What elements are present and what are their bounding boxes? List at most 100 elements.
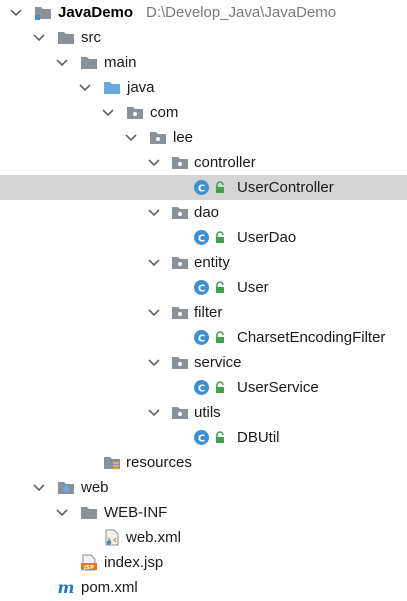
class-letter: C (198, 384, 205, 395)
class-letter: C (198, 334, 205, 345)
tree-node-label: resources (126, 454, 192, 471)
package-icon (149, 129, 167, 146)
tree-node-dbutil[interactable]: C DBUtil (0, 425, 407, 450)
tree-node-service[interactable]: service (0, 350, 407, 375)
class-letter: C (198, 184, 205, 195)
folder-icon (80, 504, 98, 521)
tree-node-userdao[interactable]: C UserDao (0, 225, 407, 250)
package-icon (171, 154, 189, 171)
tree-node-javademo[interactable]: JavaDemo D:\Develop_Java\JavaDemo (0, 0, 407, 25)
class-icon: C (193, 329, 211, 346)
jsp-file-icon: JSP (80, 554, 98, 571)
tree-node-label: utils (194, 404, 221, 421)
tree-node-com[interactable]: com (0, 100, 407, 125)
project-tree: JavaDemo D:\Develop_Java\JavaDemo src ma… (0, 0, 407, 601)
tree-node-resources[interactable]: resources (0, 450, 407, 475)
web-folder-icon (57, 479, 75, 496)
resources-folder-icon (103, 454, 121, 471)
tree-node-filter[interactable]: filter (0, 300, 407, 325)
lock-icon (215, 331, 225, 344)
tree-node-label: lee (173, 129, 194, 146)
tree-node-label: pom.xml (81, 579, 138, 596)
tree-node-web-xml[interactable]: web.xml (0, 525, 407, 550)
chevron-down-icon[interactable] (54, 500, 70, 525)
chevron-down-icon[interactable] (146, 350, 162, 375)
tree-node-label: com (150, 104, 179, 121)
tree-node-label: main (104, 54, 137, 71)
tree-node-label: entity (194, 254, 230, 271)
package-icon (171, 304, 189, 321)
tree-node-label: index.jsp (104, 554, 164, 571)
folder-icon (80, 54, 98, 71)
tree-node-pom-xml[interactable]: m pom.xml (0, 575, 407, 600)
package-icon (171, 354, 189, 371)
tree-node-src[interactable]: src (0, 25, 407, 50)
tree-node-label: web.xml (126, 529, 182, 546)
tree-node-label: dao (194, 204, 220, 221)
class-icon: C (193, 279, 211, 296)
tree-node-userservice[interactable]: C UserService (0, 375, 407, 400)
project-path: D:\Develop_Java\JavaDemo (146, 4, 337, 21)
tree-node-label: java (127, 79, 155, 96)
maven-icon: m (57, 578, 75, 597)
tree-node-utils[interactable]: utils (0, 400, 407, 425)
chevron-down-icon[interactable] (146, 200, 162, 225)
chevron-down-icon[interactable] (77, 75, 93, 100)
chevron-down-icon[interactable] (31, 475, 47, 500)
tree-node-label: UserDao (237, 229, 297, 246)
class-icon: C (193, 179, 211, 196)
class-icon: C (193, 429, 211, 446)
lock-icon (215, 281, 225, 294)
class-icon: C (193, 229, 211, 246)
tree-node-web[interactable]: web (0, 475, 407, 500)
tree-node-charsetencodingfilter[interactable]: C CharsetEncodingFilter (0, 325, 407, 350)
chevron-down-icon[interactable] (100, 100, 116, 125)
lock-icon (215, 231, 225, 244)
package-icon (171, 254, 189, 271)
chevron-down-icon[interactable] (123, 125, 139, 150)
package-icon (171, 404, 189, 421)
class-icon: C (193, 379, 211, 396)
tree-node-usercontroller[interactable]: C UserController (0, 175, 407, 200)
folder-icon (57, 29, 75, 46)
tree-node-label: WEB-INF (104, 504, 168, 521)
chevron-down-icon[interactable] (146, 300, 162, 325)
tree-node-web-inf[interactable]: WEB-INF (0, 500, 407, 525)
maven-letter: m (58, 579, 75, 596)
tree-node-java[interactable]: java (0, 75, 407, 100)
tree-node-controller[interactable]: controller (0, 150, 407, 175)
package-icon (171, 204, 189, 221)
tree-node-label: UserController (237, 179, 334, 196)
package-icon (126, 104, 144, 121)
tree-node-label: web (81, 479, 109, 496)
chevron-down-icon[interactable] (8, 0, 24, 25)
source-folder-icon (103, 79, 121, 96)
chevron-down-icon[interactable] (146, 250, 162, 275)
tree-node-main[interactable]: main (0, 50, 407, 75)
tree-node-label: filter (194, 304, 223, 321)
tree-node-label: DBUtil (237, 429, 280, 446)
tree-node-index-jsp[interactable]: JSP index.jsp (0, 550, 407, 575)
tree-node-label: service (194, 354, 242, 371)
chevron-down-icon[interactable] (54, 50, 70, 75)
tree-node-label: controller (194, 154, 256, 171)
tree-node-label: User (237, 279, 269, 296)
tree-node-label: UserService (237, 379, 319, 396)
tree-node-entity[interactable]: entity (0, 250, 407, 275)
class-letter: C (198, 434, 205, 445)
tree-node-label: CharsetEncodingFilter (237, 329, 386, 346)
lock-icon (215, 181, 225, 194)
lock-icon (215, 381, 225, 394)
chevron-down-icon[interactable] (31, 25, 47, 50)
chevron-down-icon[interactable] (146, 150, 162, 175)
web-xml-icon (103, 529, 121, 546)
chevron-down-icon[interactable] (146, 400, 162, 425)
jsp-badge-text: JSP (83, 565, 94, 571)
module-folder-icon (34, 4, 52, 21)
lock-icon (215, 431, 225, 444)
tree-node-lee[interactable]: lee (0, 125, 407, 150)
project-name: JavaDemo (58, 4, 134, 21)
tree-node-dao[interactable]: dao (0, 200, 407, 225)
tree-node-user[interactable]: C User (0, 275, 407, 300)
class-letter: C (198, 284, 205, 295)
